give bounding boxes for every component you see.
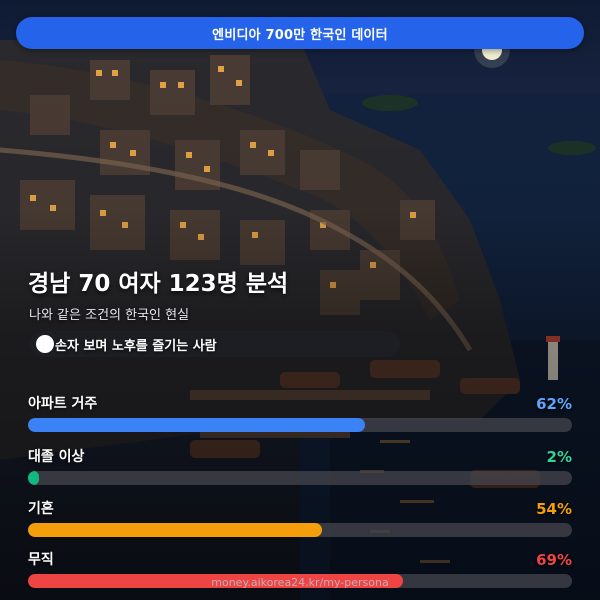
stat-label: 기혼 <box>28 501 54 517</box>
page-title: 경남 70 여자 123명 분석 <box>28 271 289 297</box>
stat-bar-track <box>28 471 572 485</box>
stat-bar-fill <box>28 523 322 537</box>
banner-text: 엔비디아 700만 한국인 데이터 <box>212 27 388 43</box>
stat-bar-fill <box>28 418 366 432</box>
stat-college: 대졸 이상 2% <box>28 446 572 485</box>
stat-value: 62% <box>536 395 572 413</box>
stat-label: 아파트 거주 <box>28 396 98 412</box>
page-subtitle: 나와 같은 조건의 한국인 현실 <box>29 308 190 323</box>
persona-chip: 손자 보며 노후를 즐기는 사람 <box>30 331 400 357</box>
top-banner[interactable]: 엔비디아 700만 한국인 데이터 <box>16 17 584 49</box>
stat-bar-track <box>28 418 572 432</box>
footer-url[interactable]: money.aikorea24.kr/my-persona <box>0 576 600 589</box>
stat-apartment: 아파트 거주 62% <box>28 393 572 432</box>
stat-married: 기혼 54% <box>28 498 572 537</box>
stat-value: 54% <box>536 500 572 518</box>
stat-bar-track <box>28 523 572 537</box>
stat-bar-fill <box>28 471 39 485</box>
stat-label: 대졸 이상 <box>28 449 85 465</box>
stat-value: 2% <box>546 448 572 466</box>
persona-label: 손자 보며 노후를 즐기는 사람 <box>55 338 217 354</box>
stat-label: 무직 <box>28 552 54 568</box>
persona-dot-icon <box>36 335 54 353</box>
stat-value: 69% <box>536 551 572 569</box>
